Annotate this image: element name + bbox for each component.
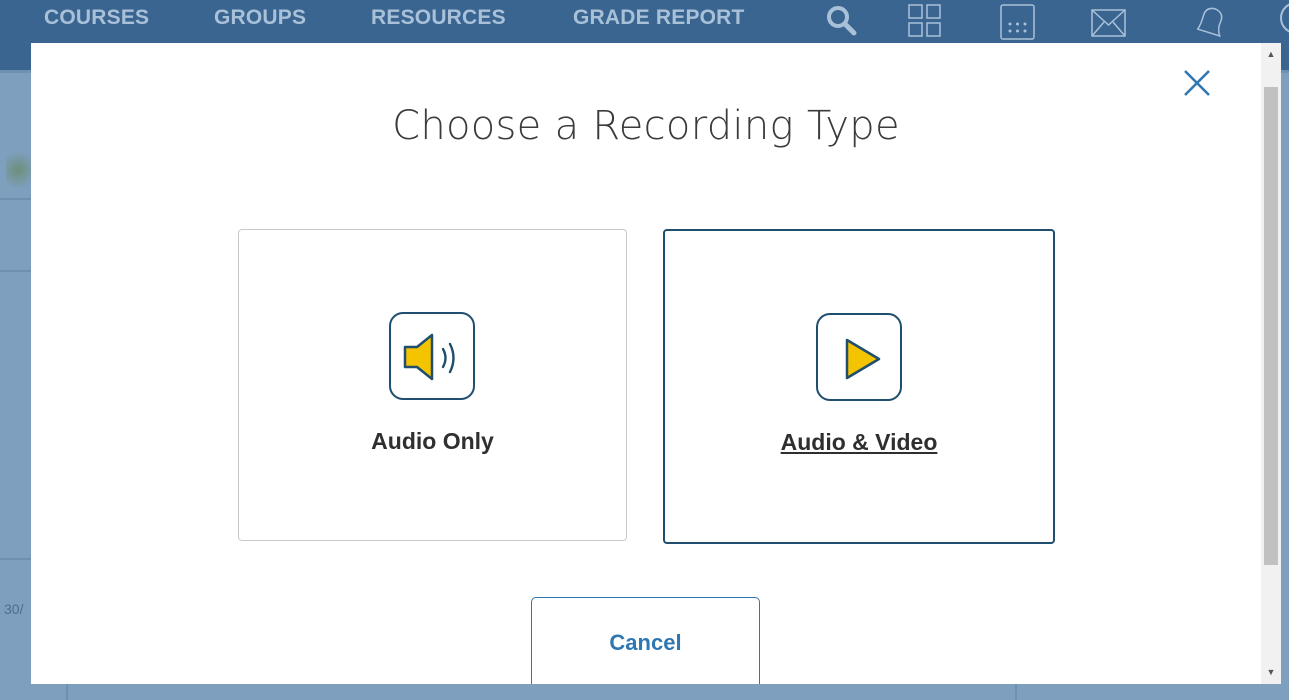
audio-video-option[interactable]: Audio & Video xyxy=(663,229,1055,544)
nav-courses[interactable]: COURSES xyxy=(44,6,149,30)
bg-divider xyxy=(0,198,31,200)
audio-video-label: Audio & Video xyxy=(780,429,938,455)
audio-only-label: Audio Only xyxy=(371,428,494,454)
calendar-icon[interactable] xyxy=(998,2,1038,47)
bell-icon[interactable] xyxy=(1190,2,1230,47)
nav-resources[interactable]: RESOURCES xyxy=(371,6,506,30)
modal-scrollbar[interactable]: ▲ ▼ xyxy=(1261,43,1281,684)
modal-title: Choose a Recording Type xyxy=(392,103,900,149)
scroll-down-arrow-icon[interactable]: ▼ xyxy=(1261,663,1281,681)
scroll-thumb[interactable] xyxy=(1264,87,1278,565)
bg-divider xyxy=(0,270,31,272)
close-icon[interactable] xyxy=(1179,65,1215,101)
nav-grade-report[interactable]: GRADE REPORT xyxy=(573,6,745,30)
play-icon xyxy=(816,313,902,401)
speaker-icon xyxy=(389,312,475,400)
search-icon[interactable] xyxy=(822,2,862,43)
mail-icon[interactable] xyxy=(1089,2,1129,47)
apps-grid-icon[interactable] xyxy=(906,2,946,47)
audio-only-option[interactable]: Audio Only xyxy=(238,229,627,541)
bg-divider xyxy=(0,558,31,560)
bg-divider xyxy=(1015,684,1017,700)
cancel-button[interactable]: Cancel xyxy=(531,597,760,684)
nav-groups[interactable]: GROUPS xyxy=(214,6,306,30)
recording-type-modal: Choose a Recording Type Audio Only Audio… xyxy=(31,43,1281,684)
background-date-fragment: 30/ xyxy=(4,601,24,617)
profile-avatar-partial[interactable] xyxy=(1276,0,1289,45)
bg-divider xyxy=(66,684,68,700)
scroll-up-arrow-icon[interactable]: ▲ xyxy=(1261,45,1281,63)
